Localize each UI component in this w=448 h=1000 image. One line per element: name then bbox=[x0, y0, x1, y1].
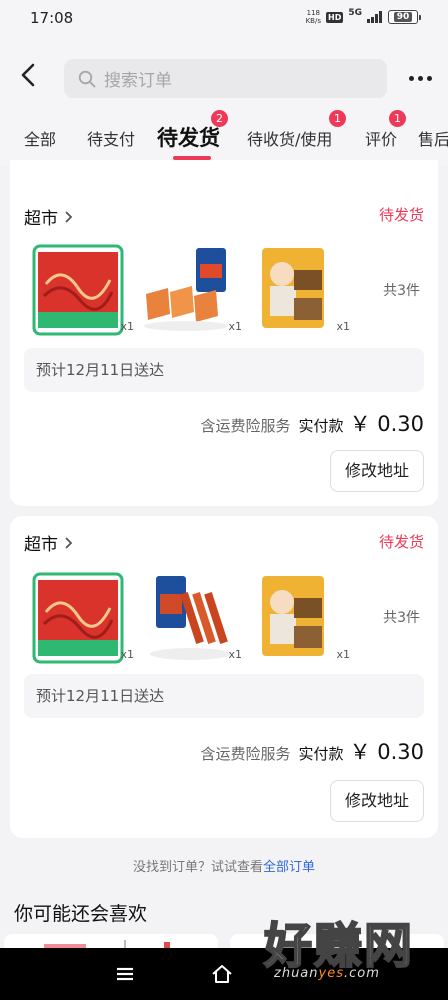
chevron-right-icon bbox=[65, 536, 73, 549]
product-image-spicy-strips bbox=[32, 572, 124, 664]
tab-badge: 1 bbox=[389, 110, 406, 127]
5g-signal-icon: 5G bbox=[348, 8, 362, 18]
hd-icon: HD bbox=[326, 11, 344, 23]
product-thumbnail[interactable]: x1 bbox=[140, 572, 242, 664]
total-item-count: 共3件 bbox=[383, 283, 420, 299]
tab-label: 全部 bbox=[24, 130, 57, 149]
delivery-estimate: 预计12月11日送达 bbox=[24, 674, 424, 718]
no-order-hint: 没找到订单？试试查看全部订单 bbox=[0, 856, 448, 875]
total-item-count: 共3件 bbox=[383, 610, 420, 626]
order-status: 待发货 bbox=[378, 533, 424, 551]
home-nav-button[interactable] bbox=[209, 961, 235, 987]
back-arrow-icon bbox=[21, 63, 35, 87]
status-icons: 118 KB/s HD 5G 90 bbox=[306, 8, 421, 25]
product-thumbnail[interactable]: x1 bbox=[248, 572, 350, 664]
shop-name: 超市 bbox=[24, 209, 58, 229]
product-image-dried-tofu bbox=[248, 244, 340, 336]
product-image-dried-tofu bbox=[248, 572, 340, 664]
search-icon bbox=[78, 70, 96, 87]
product-qty: x1 bbox=[120, 648, 134, 661]
order-card: 超市 待发货 x1 x1 x1 共3件 预计12月11日送达 含运费险服务 实付… bbox=[10, 160, 438, 506]
tab-label: 待发货 bbox=[157, 126, 220, 150]
product-thumbnail[interactable]: x1 bbox=[140, 244, 242, 336]
shipping-insurance: 含运费险服务 bbox=[200, 417, 291, 435]
tab-badge: 2 bbox=[211, 110, 228, 127]
all-orders-link[interactable]: 全部订单 bbox=[263, 860, 315, 875]
tab-label: 待收货/使用 bbox=[247, 130, 333, 149]
paid-amount: ￥ 0.30 bbox=[349, 740, 424, 764]
chevron-right-icon bbox=[65, 210, 73, 223]
menu-nav-button[interactable] bbox=[112, 961, 138, 987]
battery-icon: 90 bbox=[388, 10, 421, 24]
search-placeholder: 搜索订单 bbox=[104, 71, 172, 91]
tab-badge: 1 bbox=[329, 110, 346, 127]
product-image-gluten-slices bbox=[140, 244, 232, 336]
signal-bars-icon bbox=[367, 11, 382, 23]
product-qty: x1 bbox=[336, 320, 350, 333]
home-icon bbox=[212, 965, 232, 983]
tab-pending-shipment[interactable]: 待发货 2 bbox=[157, 108, 228, 166]
product-thumbnail[interactable]: x1 bbox=[248, 244, 350, 336]
shop-name: 超市 bbox=[24, 535, 58, 555]
delivery-estimate: 预计12月11日送达 bbox=[24, 348, 424, 392]
product-qty: x1 bbox=[120, 320, 134, 333]
product-thumbnail[interactable]: x1 bbox=[32, 572, 134, 664]
product-image-spicy-sticks bbox=[140, 572, 232, 664]
battery-level: 90 bbox=[393, 12, 413, 22]
system-navigation-bar bbox=[0, 948, 448, 1000]
order-card: 超市 待发货 x1 x1 x1 共3件 预计12月11日送达 含运费险服务 实付… bbox=[10, 516, 438, 838]
tab-label: 评价 bbox=[365, 130, 398, 149]
no-order-hint-text: 没找到订单？试试查看 bbox=[132, 860, 263, 875]
network-speed-value: 118 bbox=[306, 9, 320, 17]
price-row: 含运费险服务 实付款 ￥ 0.30 bbox=[201, 736, 424, 766]
product-thumbnail[interactable]: x1 bbox=[32, 244, 134, 336]
price-row: 含运费险服务 实付款 ￥ 0.30 bbox=[201, 408, 424, 438]
shop-link[interactable]: 超市 bbox=[24, 530, 75, 555]
modify-address-button[interactable]: 修改地址 bbox=[330, 450, 424, 492]
menu-icon bbox=[117, 967, 133, 981]
status-time: 17:08 bbox=[30, 9, 74, 27]
tab-label: 待支付 bbox=[87, 130, 136, 149]
product-image-spicy-strips bbox=[32, 244, 124, 336]
shipping-insurance: 含运费险服务 bbox=[200, 745, 291, 763]
order-tabs: 全部 待支付 待发货 2 待收货/使用 1 评价 1 售后 bbox=[0, 108, 448, 166]
paid-label: 实付款 bbox=[298, 417, 344, 435]
product-list: x1 x1 x1 bbox=[32, 572, 350, 664]
more-options-icon[interactable] bbox=[404, 66, 436, 90]
tab-label: 售后 bbox=[418, 130, 448, 149]
network-speed: 118 KB/s bbox=[306, 9, 321, 25]
product-list: x1 x1 x1 bbox=[32, 244, 350, 336]
network-speed-unit: KB/s bbox=[305, 17, 321, 25]
back-button[interactable] bbox=[14, 60, 44, 90]
shop-link[interactable]: 超市 bbox=[24, 204, 75, 229]
paid-label: 实付款 bbox=[298, 745, 344, 763]
status-bar: 17:08 118 KB/s HD 5G 90 bbox=[0, 0, 448, 36]
product-qty: x1 bbox=[336, 648, 350, 661]
paid-amount: ￥ 0.30 bbox=[349, 412, 424, 436]
product-qty: x1 bbox=[228, 320, 242, 333]
modify-address-button[interactable]: 修改地址 bbox=[330, 780, 424, 822]
recommend-title: 你可能还会喜欢 bbox=[14, 903, 148, 925]
product-qty: x1 bbox=[228, 648, 242, 661]
search-input[interactable]: 搜索订单 bbox=[64, 59, 387, 98]
order-status: 待发货 bbox=[378, 206, 424, 224]
